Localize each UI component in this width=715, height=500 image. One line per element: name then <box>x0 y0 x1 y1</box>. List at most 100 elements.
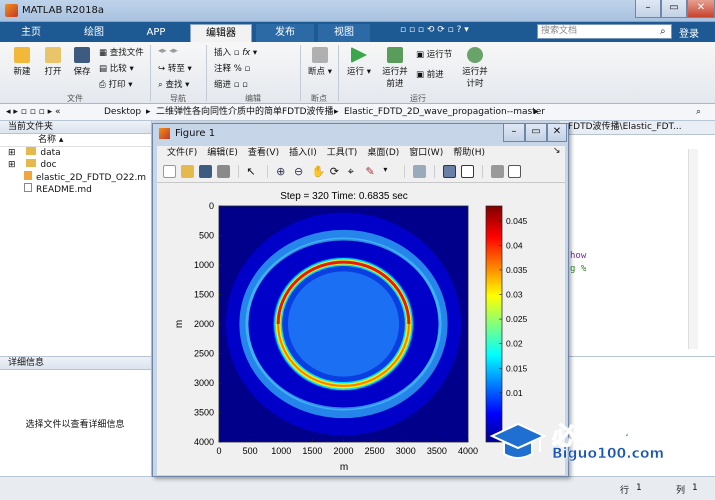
code-line: g % <box>570 264 587 274</box>
tab-view[interactable]: 视图 <box>318 24 370 42</box>
run-and-time-button[interactable]: 运行并 计时 <box>456 47 494 89</box>
y-tick-label: 1000 <box>194 260 214 270</box>
tab-home[interactable]: 主页 <box>4 24 58 42</box>
login-button[interactable]: 登录 <box>679 25 699 40</box>
print-icon[interactable] <box>216 165 230 178</box>
menu-edit[interactable]: 编辑(E) <box>207 146 238 161</box>
save-button[interactable]: 保存 <box>68 47 96 77</box>
rotate-icon[interactable]: ⟳ <box>330 165 343 178</box>
run-time-icon <box>467 47 483 63</box>
run-section-button[interactable]: ▣ 运行节 <box>416 48 452 60</box>
x-tick-label: 500 <box>243 446 258 456</box>
menu-file[interactable]: 文件(F) <box>167 146 197 161</box>
goto-button[interactable]: ↪ 转至 ▾ <box>158 62 192 74</box>
menu-window[interactable]: 窗口(W) <box>409 146 443 161</box>
group-label-file: 文件 <box>67 94 83 103</box>
zoom-out-icon[interactable]: ⊖ <box>294 165 307 178</box>
goto-icon: ↪ <box>158 64 168 74</box>
search-input[interactable]: 搜索文档 <box>537 24 672 39</box>
nav-arrows[interactable]: ◂ ▸ ▫ ▫ ▫ ▸ « <box>6 104 61 120</box>
menu-help[interactable]: 帮助(H) <box>453 146 485 161</box>
quick-access-toolbar[interactable]: ▫ ▫ ▫ ⟲ ⟳ ▫ ? ▾ <box>400 25 530 39</box>
group-label-navigate: 导航 <box>170 94 186 103</box>
show-plot-tools-icon[interactable] <box>508 165 522 178</box>
zoom-in-icon[interactable]: ⊕ <box>276 165 289 178</box>
x-axis-label: m <box>340 462 348 473</box>
nav-back-forward[interactable]: ◂▸ ◂▸ <box>158 46 178 56</box>
menu-view[interactable]: 查看(V) <box>248 146 279 161</box>
menu-insert[interactable]: 插入(I) <box>289 146 317 161</box>
search-icon[interactable]: ⌕ <box>696 104 701 120</box>
tab-editor[interactable]: 编辑器 <box>190 24 252 42</box>
status-bar: 行 1 列 1 <box>0 476 715 500</box>
list-item[interactable]: elastic_2D_FDTD_O22.m <box>0 171 151 183</box>
legend-icon[interactable] <box>460 165 474 178</box>
breadcrumb-folder[interactable]: 二维弹性各向同性介质中的简单FDTD波传播 <box>156 104 334 120</box>
list-item[interactable]: ⊞ doc <box>0 159 151 171</box>
brush-menu-icon[interactable]: ▾ <box>383 165 396 178</box>
find-files-button[interactable]: ▦ 查找文件 <box>99 46 144 58</box>
figure-minimize-button[interactable]: – <box>503 124 525 142</box>
print-button[interactable]: ⎙ 打印 ▾ <box>99 78 133 90</box>
compare-button[interactable]: ▤ 比较 ▾ <box>99 62 134 74</box>
tab-plots[interactable]: 绘图 <box>64 24 124 42</box>
close-button[interactable]: ✕ <box>687 0 715 18</box>
open-icon[interactable] <box>180 165 194 178</box>
colorbar-tick-label: 0.045 <box>506 216 528 226</box>
expand-icon: ⊞ <box>8 160 19 170</box>
insert-button[interactable]: 插入 ▫ fx ▾ <box>214 46 257 58</box>
column-header-name[interactable]: 名称 ▴ <box>0 134 151 147</box>
data-cursor-icon[interactable]: ⌖ <box>348 165 361 178</box>
menu-tools[interactable]: 工具(T) <box>327 146 358 161</box>
colorbar-tick-label: 0.03 <box>506 290 523 300</box>
tab-apps[interactable]: APP <box>128 24 184 42</box>
menu-desktop[interactable]: 桌面(D) <box>367 146 399 161</box>
divider <box>434 165 435 178</box>
dock-arrow-icon[interactable]: ↘ <box>553 146 561 156</box>
tab-publish[interactable]: 发布 <box>256 24 314 42</box>
y-tick-label: 4000 <box>194 437 214 447</box>
colorbar-icon[interactable] <box>442 165 456 178</box>
comment-button[interactable]: 注释 % ▫ <box>214 62 250 74</box>
col-value: 1 <box>692 483 698 493</box>
divider <box>404 165 406 178</box>
new-figure-icon[interactable] <box>163 165 176 178</box>
run-and-advance-button[interactable]: 运行并 前进 <box>378 47 412 89</box>
current-folder-header: 当前文件夹 <box>0 121 151 134</box>
find-button[interactable]: ⌕ 查找 ▾ <box>158 78 189 90</box>
indent-button[interactable]: 缩进 ▫ ▫ <box>214 78 248 90</box>
run-advance-icon <box>387 47 403 63</box>
breadcrumb-project[interactable]: Elastic_FDTD_2D_wave_propagation--master <box>344 104 545 120</box>
search-icon[interactable]: ⌕ <box>660 26 666 37</box>
pointer-icon[interactable]: ↖ <box>246 165 259 178</box>
new-button[interactable]: 新建 <box>6 47 38 77</box>
group-label-edit: 编辑 <box>245 94 261 103</box>
figure-maximize-button[interactable]: ▭ <box>525 124 547 142</box>
list-item[interactable]: README.md <box>0 183 151 195</box>
breadcrumb-sep: ▸ <box>534 107 539 117</box>
find-files-icon: ▦ <box>99 48 110 58</box>
list-item[interactable]: ⊞ data <box>0 147 151 159</box>
run-button[interactable]: 运行 ▾ <box>344 47 374 77</box>
m-file-icon <box>24 171 32 180</box>
editor-scrollbar[interactable] <box>688 149 698 349</box>
breakpoints-button[interactable]: 断点 ▾ <box>304 47 336 77</box>
maximize-button[interactable]: ▭ <box>661 0 687 18</box>
code-line: how <box>570 251 587 261</box>
open-button[interactable]: 打开 <box>38 47 68 77</box>
pan-icon[interactable]: ✋ <box>312 165 326 178</box>
brush-icon[interactable]: ✎ <box>366 165 379 178</box>
advance-icon: ▣ <box>416 70 427 80</box>
save-icon[interactable] <box>198 165 212 178</box>
advance-button[interactable]: ▣ 前进 <box>416 68 444 80</box>
minimize-button[interactable]: – <box>635 0 661 18</box>
hide-plot-tools-icon[interactable] <box>490 165 504 178</box>
x-tick-label: 2500 <box>365 446 385 456</box>
figure-close-button[interactable]: ✕ <box>547 124 567 142</box>
figure-title: Figure 1 <box>175 128 216 139</box>
breadcrumb-desktop[interactable]: Desktop <box>104 104 141 120</box>
figure-toolbar: ↖ ⊕ ⊖ ✋ ⟳ ⌖ ✎ ▾ <box>157 161 565 183</box>
col-label: 列 <box>676 486 686 496</box>
link-plot-icon[interactable] <box>413 165 427 178</box>
x-tick-label: 4000 <box>458 446 478 456</box>
